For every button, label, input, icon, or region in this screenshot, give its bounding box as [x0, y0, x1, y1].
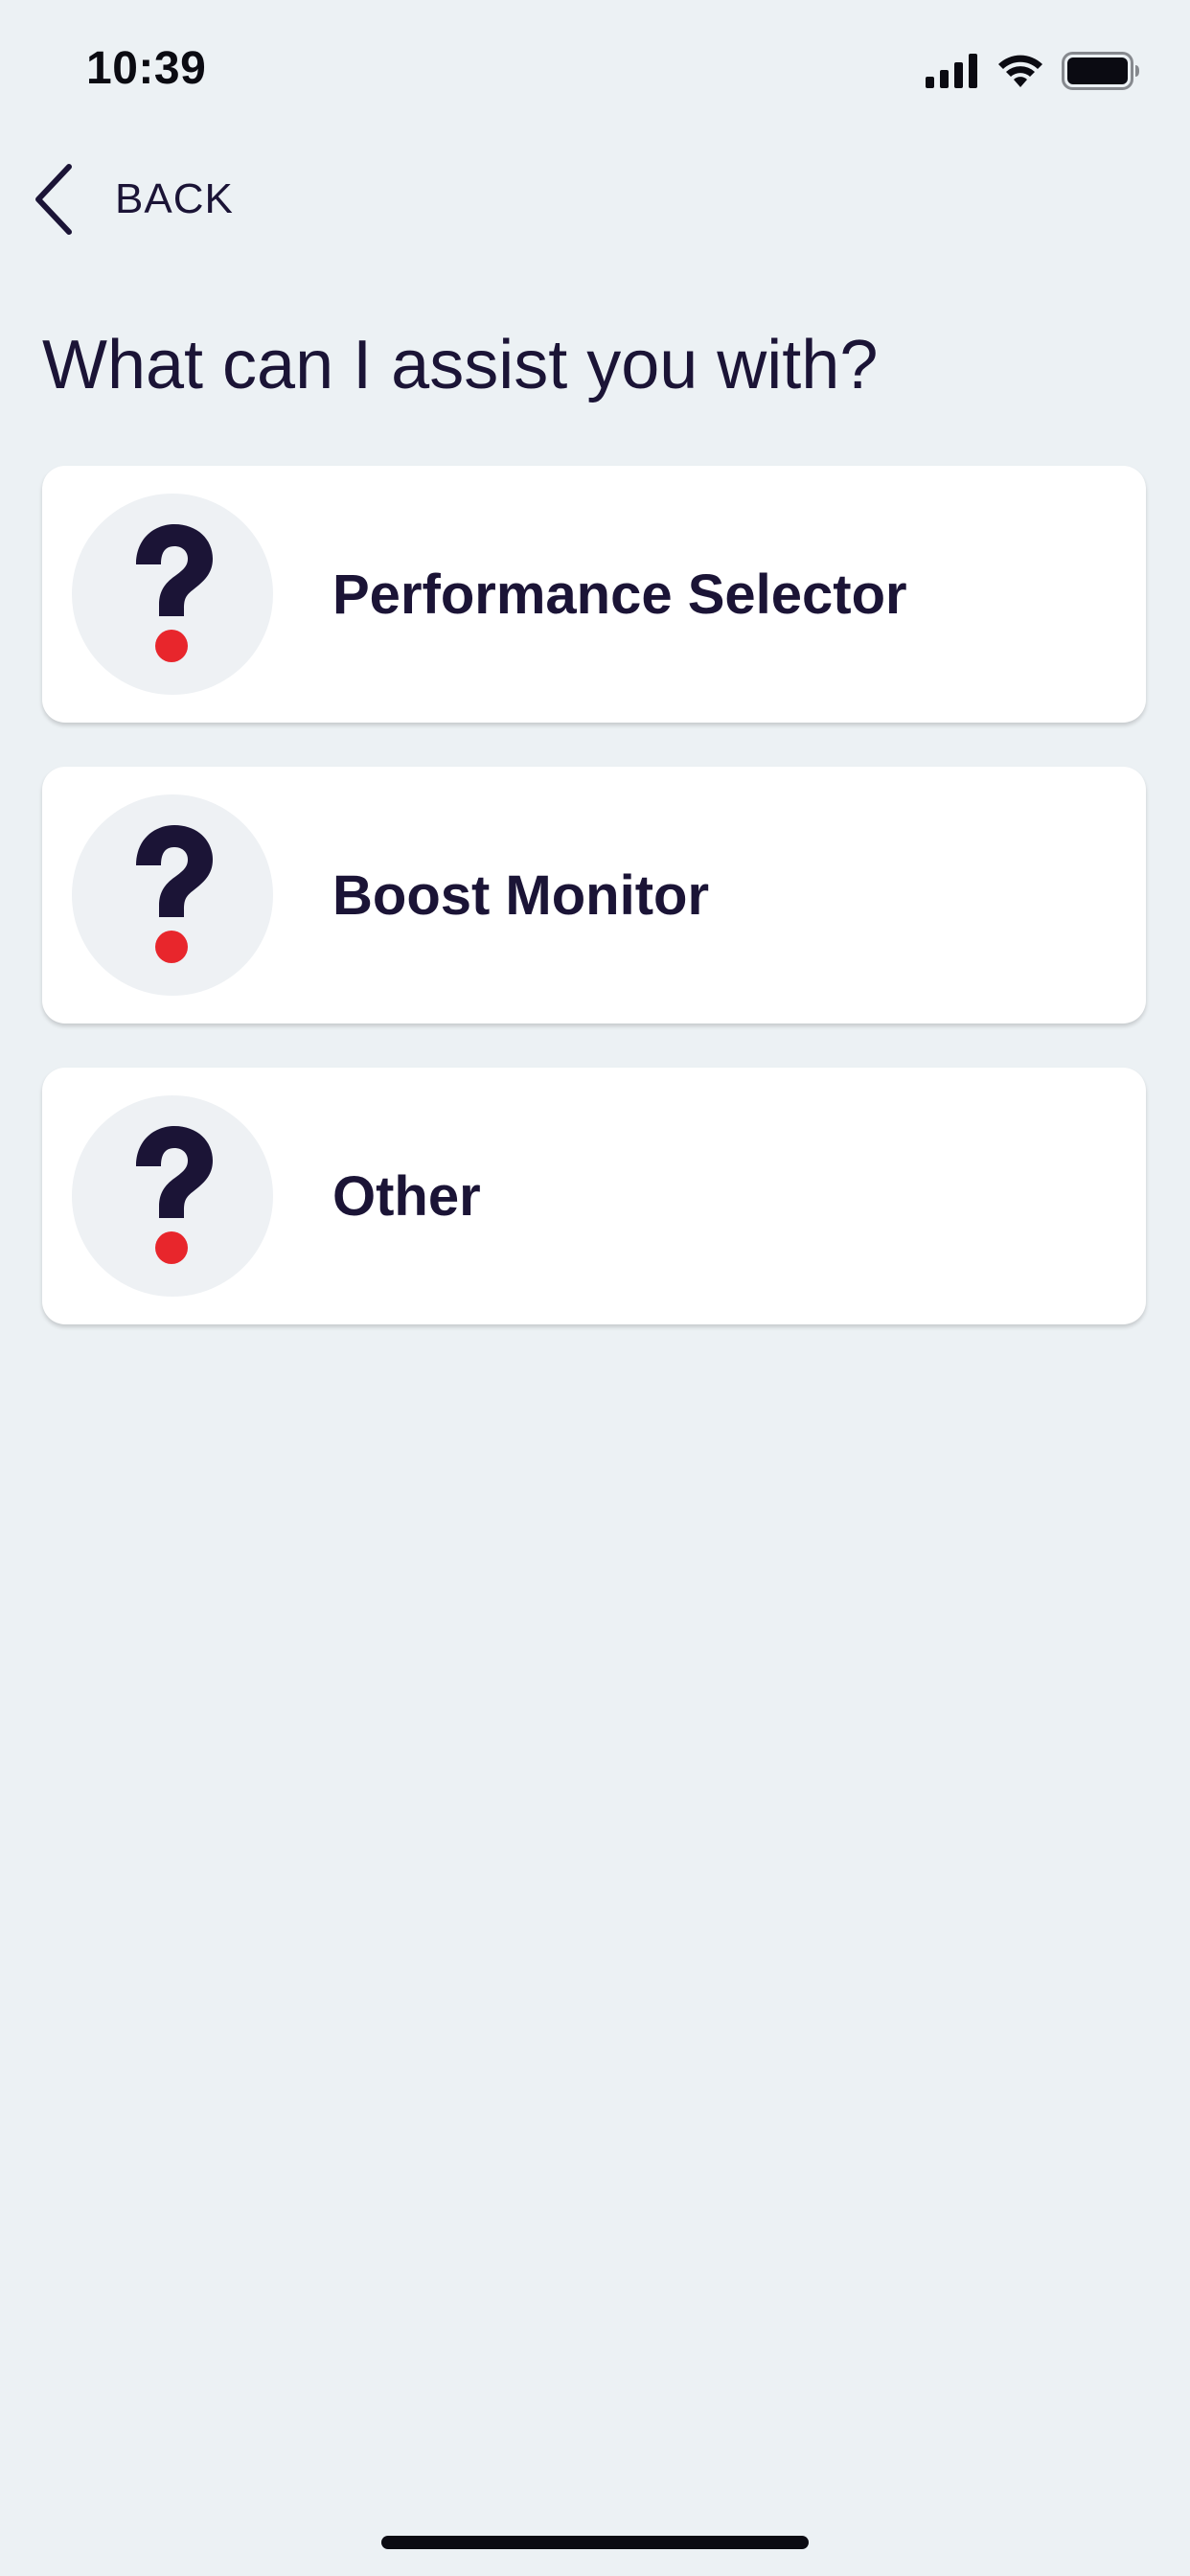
cellular-signal-icon [926, 54, 977, 88]
option-icon-container [72, 794, 273, 996]
option-label: Performance Selector [332, 563, 907, 626]
question-mark-icon [136, 1126, 213, 1264]
status-time: 10:39 [86, 43, 207, 94]
question-mark-icon [136, 825, 213, 963]
option-other[interactable]: Other [42, 1068, 1146, 1324]
back-button[interactable]: BACK [33, 161, 234, 238]
options-list: Performance Selector Boost Monitor Other [42, 466, 1146, 1368]
option-label: Boost Monitor [332, 863, 710, 927]
option-label: Other [332, 1164, 481, 1228]
option-icon-container [72, 1095, 273, 1297]
question-mark-icon [136, 524, 213, 662]
back-label: BACK [115, 175, 234, 222]
battery-icon [1062, 52, 1139, 90]
status-bar: 10:39 [0, 0, 1190, 134]
page-title: What can I assist you with? [42, 327, 879, 403]
option-icon-container [72, 494, 273, 695]
home-indicator[interactable] [381, 2536, 809, 2549]
status-icons [926, 50, 1140, 92]
wifi-icon [998, 55, 1042, 87]
option-boost-monitor[interactable]: Boost Monitor [42, 767, 1146, 1024]
chevron-left-icon [35, 164, 72, 235]
option-performance-selector[interactable]: Performance Selector [42, 466, 1146, 723]
